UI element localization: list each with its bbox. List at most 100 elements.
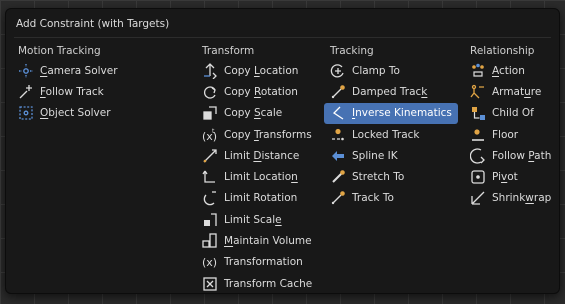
menu-item-follow-track[interactable]: Follow Track bbox=[12, 81, 190, 102]
menu-item-label: Clamp To bbox=[352, 64, 400, 77]
column-header: Tracking bbox=[330, 45, 374, 57]
menu-item-label: Limit Distance bbox=[224, 149, 300, 162]
menu-item-label: Limit Location bbox=[224, 171, 298, 184]
menu-item-damped-track[interactable]: Damped Track bbox=[324, 81, 458, 102]
menu-item-label: Limit Rotation bbox=[224, 192, 298, 205]
menu-item-label: Camera Solver bbox=[40, 64, 118, 77]
follow-track-icon bbox=[18, 84, 34, 100]
damped-track-icon bbox=[330, 84, 346, 100]
pivot-icon bbox=[470, 169, 486, 185]
menu-item-label: Shrinkwrap bbox=[492, 192, 552, 205]
menu-item-copy-rotation[interactable]: Copy Rotation bbox=[196, 81, 320, 102]
limit-scale-icon bbox=[202, 212, 218, 228]
shortcut-key: A bbox=[492, 64, 499, 77]
copy-rotation-icon bbox=[202, 84, 218, 100]
menu-item-label: Copy Location bbox=[224, 64, 299, 77]
shrinkwrap-icon bbox=[470, 190, 486, 206]
menu-item-track-to[interactable]: Track To bbox=[324, 188, 458, 209]
menu-item-label: Armature bbox=[492, 85, 542, 98]
copy-transforms-icon: (x) t bbox=[202, 127, 218, 143]
menu-item-copy-transforms[interactable]: (x) t Copy Transforms bbox=[196, 124, 320, 145]
menu-item-label: Copy Transforms bbox=[224, 128, 312, 141]
menu-item-copy-scale[interactable]: Copy Scale bbox=[196, 103, 320, 124]
menu-item-label: Copy Scale bbox=[224, 107, 283, 120]
menu-item-limit-rotation[interactable]: Limit Rotation bbox=[196, 188, 320, 209]
spline-ik-icon bbox=[330, 148, 346, 164]
menu-item-label: Locked Track bbox=[352, 128, 420, 141]
menu-item-locked-track[interactable]: Locked Track bbox=[324, 124, 458, 145]
menu-item-label: Pivot bbox=[492, 171, 518, 184]
column-header: Motion Tracking bbox=[18, 45, 101, 57]
menu-item-maintain-volume[interactable]: Maintain Volume bbox=[196, 230, 320, 251]
column-header: Relationship bbox=[470, 45, 535, 57]
menu-item-clamp-to[interactable]: Clamp To bbox=[324, 60, 458, 81]
column-relationship: Relationship Action Armature Child Of Floor F… bbox=[464, 42, 558, 209]
floor-icon bbox=[470, 127, 486, 143]
menu-item-transform-cache[interactable]: Transform Cache bbox=[196, 273, 320, 294]
column-header: Transform bbox=[202, 45, 255, 57]
stretch-to-icon bbox=[330, 169, 346, 185]
menu-item-action[interactable]: Action bbox=[464, 60, 558, 81]
menu-item-armature[interactable]: Armature bbox=[464, 81, 558, 102]
object-solver-icon bbox=[18, 105, 34, 121]
shortcut-key: R bbox=[253, 85, 261, 98]
shortcut-key: k bbox=[421, 85, 428, 98]
menu-item-camera-solver[interactable]: Camera Solver bbox=[12, 60, 190, 81]
menu-item-label: Action bbox=[492, 64, 525, 77]
limit-location-icon bbox=[202, 169, 218, 185]
menu-item-limit-scale[interactable]: Limit Scale bbox=[196, 209, 320, 230]
menu-item-label: Maintain Volume bbox=[224, 235, 312, 248]
shortcut-key: M bbox=[224, 235, 234, 248]
shortcut-key: w bbox=[525, 192, 534, 205]
menu-item-label: Child Of bbox=[492, 107, 534, 120]
follow-path-icon bbox=[470, 148, 486, 164]
action-icon bbox=[470, 63, 486, 79]
menu-item-limit-distance[interactable]: Limit Distance bbox=[196, 145, 320, 166]
menu-item-follow-path[interactable]: Follow Path bbox=[464, 145, 558, 166]
add-constraint-menu: Add Constraint (with Targets) Motion Tra… bbox=[5, 8, 560, 294]
limit-distance-icon bbox=[202, 148, 218, 164]
title-divider bbox=[14, 37, 551, 38]
menu-item-pivot[interactable]: Pivot bbox=[464, 166, 558, 187]
locked-track-icon bbox=[330, 127, 346, 143]
menu-item-label: Transformation bbox=[224, 256, 303, 269]
menu-item-copy-location[interactable]: Copy Location bbox=[196, 60, 320, 81]
menu-item-inverse-kinematics[interactable]: Inverse Kinematics bbox=[324, 102, 458, 124]
column-transform: Transform Copy Location Copy Rotation Copy … bbox=[196, 42, 320, 294]
child-of-icon bbox=[470, 105, 486, 121]
shortcut-key: u bbox=[524, 85, 531, 98]
menu-item-shrinkwrap[interactable]: Shrinkwrap bbox=[464, 188, 558, 209]
copy-location-icon bbox=[202, 62, 218, 79]
column-motion-tracking: Motion Tracking Camera Solver Follow Track… bbox=[12, 42, 190, 124]
menu-item-label: Floor bbox=[492, 128, 519, 141]
menu-item-label: Object Solver bbox=[40, 107, 111, 120]
menu-item-child-of[interactable]: Child Of bbox=[464, 103, 558, 124]
transformation-icon: (x) bbox=[202, 254, 218, 270]
menu-item-label: Limit Scale bbox=[224, 213, 282, 226]
menu-item-label: Follow Track bbox=[40, 85, 104, 98]
shortcut-key: S bbox=[253, 107, 261, 120]
armature-icon bbox=[470, 84, 486, 100]
menu-item-limit-location[interactable]: Limit Location bbox=[196, 166, 320, 187]
svg-text:(x): (x) bbox=[202, 130, 217, 143]
menu-item-label: Transform Cache bbox=[224, 277, 313, 290]
menu-item-object-solver[interactable]: Object Solver bbox=[12, 103, 190, 124]
inverse-kinematics-icon bbox=[330, 105, 346, 121]
menu-item-stretch-to[interactable]: Stretch To bbox=[324, 166, 458, 187]
svg-text:(x): (x) bbox=[202, 256, 217, 269]
limit-rotation-icon bbox=[202, 190, 218, 206]
shortcut-key: e bbox=[275, 213, 282, 226]
menu-item-label: Spline IK bbox=[352, 149, 398, 162]
menu-item-floor[interactable]: Floor bbox=[464, 124, 558, 145]
clamp-to-icon bbox=[330, 63, 346, 79]
column-tracking: Tracking Clamp To Damped Track Inverse Kine… bbox=[324, 42, 458, 209]
menu-item-transformation[interactable]: (x) Transformation bbox=[196, 252, 320, 273]
camera-solver-icon bbox=[18, 63, 34, 79]
track-to-icon bbox=[330, 190, 346, 206]
menu-item-label: Copy Rotation bbox=[224, 85, 298, 98]
menu-item-label: Damped Track bbox=[352, 85, 428, 98]
shortcut-key: n bbox=[291, 171, 298, 184]
transform-cache-icon bbox=[202, 276, 218, 292]
menu-item-spline-ik[interactable]: Spline IK bbox=[324, 145, 458, 166]
menu-item-label: Stretch To bbox=[352, 171, 405, 184]
